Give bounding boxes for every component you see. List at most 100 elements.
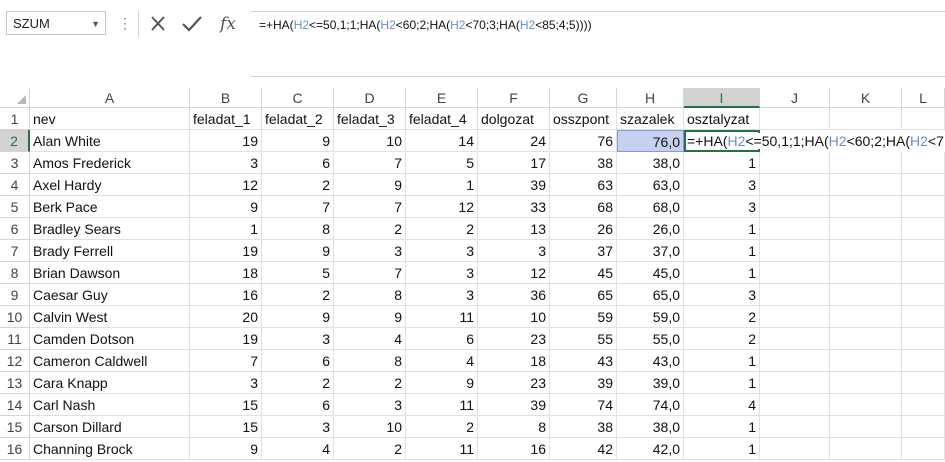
table-cell[interactable]: 7 — [334, 262, 406, 284]
row-header-13[interactable]: 13 — [0, 372, 30, 394]
table-cell[interactable]: 37,0 — [617, 240, 684, 262]
table-cell[interactable]: 3 — [406, 284, 478, 306]
table-cell[interactable]: 33 — [478, 196, 550, 218]
table-cell[interactable]: 3 — [406, 240, 478, 262]
table-cell[interactable]: 38,0 — [617, 152, 684, 174]
name-cell[interactable]: Channing Brock — [30, 438, 190, 460]
table-cell[interactable]: 3 — [684, 174, 760, 196]
row-header-2[interactable]: 2 — [0, 130, 30, 152]
cell[interactable] — [902, 240, 945, 262]
table-cell[interactable]: 7 — [262, 196, 334, 218]
row-header-3[interactable]: 3 — [0, 152, 30, 174]
table-cell[interactable]: 1 — [684, 262, 760, 284]
column-header-j[interactable]: J — [760, 88, 830, 108]
table-cell[interactable]: 8 — [334, 350, 406, 372]
table-cell[interactable]: 9 — [334, 306, 406, 328]
column-header-e[interactable]: E — [406, 88, 478, 108]
cell[interactable] — [760, 174, 830, 196]
column-header-f[interactable]: F — [478, 88, 550, 108]
cell[interactable] — [902, 262, 945, 284]
cell[interactable] — [760, 416, 830, 438]
column-header-l[interactable]: L — [902, 88, 945, 108]
table-cell[interactable]: 2 — [684, 306, 760, 328]
table-cell[interactable]: 45,0 — [617, 262, 684, 284]
table-cell[interactable]: 2 — [262, 174, 334, 196]
name-cell[interactable]: Alan White — [30, 130, 190, 152]
table-cell[interactable]: 2 — [334, 218, 406, 240]
column-header-a[interactable]: A — [30, 88, 190, 108]
table-cell[interactable]: 12 — [406, 196, 478, 218]
name-cell[interactable]: Amos Frederick — [30, 152, 190, 174]
row-header-8[interactable]: 8 — [0, 262, 30, 284]
cell[interactable] — [830, 416, 902, 438]
row-header-15[interactable]: 15 — [0, 416, 30, 438]
table-cell[interactable]: 15 — [190, 416, 262, 438]
table-cell[interactable]: 18 — [478, 350, 550, 372]
header-cell-osszpont[interactable]: osszpont — [550, 108, 617, 130]
table-cell[interactable]: 7 — [334, 152, 406, 174]
table-cell[interactable]: 9 — [406, 372, 478, 394]
table-cell[interactable]: 6 — [262, 394, 334, 416]
table-cell[interactable]: 11 — [406, 394, 478, 416]
table-cell[interactable]: 9 — [262, 306, 334, 328]
column-header-g[interactable]: G — [550, 88, 617, 108]
cell[interactable] — [830, 394, 902, 416]
cell[interactable] — [902, 438, 945, 460]
table-cell[interactable]: 9 — [334, 174, 406, 196]
name-cell[interactable]: Caesar Guy — [30, 284, 190, 306]
table-cell[interactable]: 4 — [334, 328, 406, 350]
header-cell-osztalyzat[interactable]: osztalyzat — [684, 108, 760, 130]
row-header-11[interactable]: 11 — [0, 328, 30, 350]
table-cell[interactable]: 9 — [190, 438, 262, 460]
column-header-d[interactable]: D — [334, 88, 406, 108]
name-cell[interactable]: Cara Knapp — [30, 372, 190, 394]
table-cell[interactable]: 5 — [406, 152, 478, 174]
table-cell[interactable]: 1 — [190, 218, 262, 240]
cell[interactable] — [830, 174, 902, 196]
table-cell[interactable]: 3 — [262, 328, 334, 350]
table-cell[interactable]: 10 — [478, 306, 550, 328]
table-cell[interactable]: 1 — [684, 218, 760, 240]
cell[interactable] — [830, 438, 902, 460]
table-cell[interactable]: 3 — [406, 262, 478, 284]
cell[interactable] — [760, 152, 830, 174]
table-cell[interactable]: 14 — [406, 130, 478, 152]
name-cell[interactable]: Carl Nash — [30, 394, 190, 416]
cell[interactable] — [830, 218, 902, 240]
table-cell[interactable]: 39 — [478, 394, 550, 416]
name-cell[interactable]: Cameron Caldwell — [30, 350, 190, 372]
cell[interactable] — [902, 218, 945, 240]
cell[interactable] — [902, 350, 945, 372]
table-cell[interactable]: 11 — [406, 438, 478, 460]
cell[interactable] — [902, 196, 945, 218]
row-header-16[interactable]: 16 — [0, 438, 30, 460]
cell[interactable] — [760, 262, 830, 284]
name-cell[interactable]: Calvin West — [30, 306, 190, 328]
cell[interactable] — [830, 306, 902, 328]
table-cell[interactable]: 6 — [262, 350, 334, 372]
chevron-down-icon[interactable]: ▼ — [91, 19, 100, 29]
table-cell[interactable]: 1 — [684, 152, 760, 174]
table-cell[interactable]: 39 — [550, 372, 617, 394]
table-cell[interactable]: 4 — [262, 438, 334, 460]
cell[interactable] — [902, 108, 945, 130]
table-cell[interactable]: 19 — [190, 240, 262, 262]
cell[interactable] — [760, 196, 830, 218]
table-cell[interactable]: 55 — [550, 328, 617, 350]
table-cell[interactable]: 2 — [334, 372, 406, 394]
column-header-k[interactable]: K — [830, 88, 902, 108]
spreadsheet-grid[interactable]: A B C D E F G H I J K L 1 nev feladat_1 feladat_2 felada… — [0, 88, 945, 462]
table-cell[interactable]: 1 — [684, 240, 760, 262]
cell[interactable] — [830, 196, 902, 218]
cell[interactable] — [760, 438, 830, 460]
table-cell[interactable]: 3 — [684, 284, 760, 306]
referenced-cell-h2[interactable]: 76,0 — [617, 130, 684, 152]
name-box[interactable]: SZUM ▼ — [6, 11, 106, 35]
header-cell-szazalek[interactable]: szazalek — [617, 108, 684, 130]
table-cell[interactable]: 20 — [190, 306, 262, 328]
table-cell[interactable]: 68 — [550, 196, 617, 218]
column-header-i[interactable]: I — [684, 88, 760, 108]
cell[interactable] — [760, 108, 830, 130]
cell[interactable] — [760, 218, 830, 240]
cell[interactable] — [830, 108, 902, 130]
